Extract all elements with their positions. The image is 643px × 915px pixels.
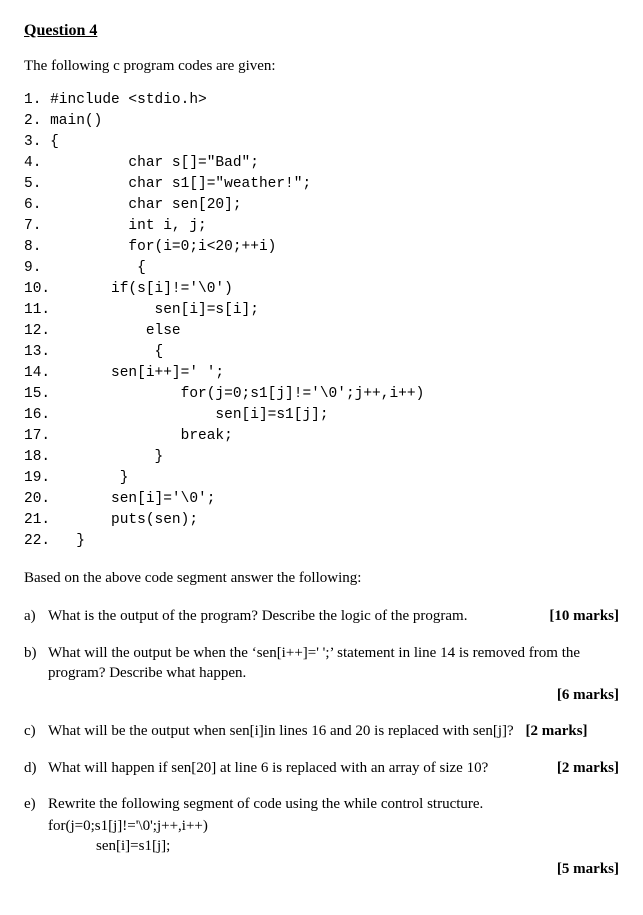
part-a-text: What is the output of the program? Descr… [48, 608, 467, 624]
question-title: Question 4 [24, 20, 619, 42]
part-c-letter: c) [24, 721, 48, 741]
part-e-text: Rewrite the following segment of code us… [48, 794, 619, 814]
part-e: e) Rewrite the following segment of code… [24, 794, 619, 879]
part-e-marks: [5 marks] [48, 859, 619, 879]
part-c-marks: [2 marks] [525, 723, 587, 739]
part-d-letter: d) [24, 758, 48, 778]
part-c-text: What will be the output when sen[i]in li… [48, 723, 514, 739]
part-a-marks: [10 marks] [549, 606, 619, 626]
part-c: c) What will be the output when sen[i]in… [24, 721, 619, 741]
part-b: b) What will the output be when the ‘sen… [24, 643, 619, 706]
based-on-text: Based on the above code segment answer t… [24, 568, 619, 588]
part-d-marks: [2 marks] [557, 758, 619, 778]
part-b-marks: [6 marks] [48, 685, 619, 705]
part-d-text: What will happen if sen[20] at line 6 is… [48, 760, 488, 776]
part-b-text: What will the output be when the ‘sen[i+… [48, 643, 619, 684]
part-e-code-line1: for(j=0;s1[j]!='\0';j++,i++) [48, 816, 619, 836]
part-a-letter: a) [24, 606, 48, 626]
part-e-code-line2: sen[i]=s1[j]; [96, 836, 619, 856]
part-d: d) [2 marks] What will happen if sen[20]… [24, 758, 619, 778]
intro-text: The following c program codes are given: [24, 56, 619, 76]
part-a: a) [10 marks] What is the output of the … [24, 606, 619, 626]
code-listing: 1. #include <stdio.h> 2. main() 3. { 4. … [24, 90, 619, 552]
part-b-letter: b) [24, 643, 48, 663]
part-e-letter: e) [24, 794, 48, 814]
